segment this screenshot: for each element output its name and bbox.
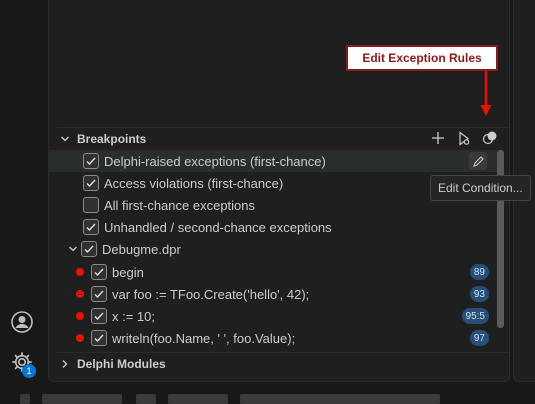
accounts-icon[interactable] <box>8 308 36 336</box>
file-row[interactable]: Debugme.dpr <box>49 238 497 260</box>
checkbox[interactable] <box>91 330 107 346</box>
breakpoint-icon <box>76 268 84 276</box>
breakpoint-row[interactable]: x := 10; 95:5 <box>49 305 497 327</box>
breakpoint-row[interactable]: var foo := TFoo.Create('hello', 42); 93 <box>49 283 497 305</box>
breakpoint-icon <box>76 312 84 320</box>
chevron-down-icon <box>57 131 73 147</box>
checkbox[interactable] <box>83 219 99 235</box>
checkbox[interactable] <box>91 308 107 324</box>
exception-label: Delphi-raised exceptions (first-chance) <box>104 153 326 169</box>
remove-all-breakpoints-icon[interactable] <box>505 128 509 148</box>
line-number-badge: 89 <box>469 264 489 280</box>
delphi-modules-section-header[interactable]: Delphi Modules <box>57 352 507 375</box>
exception-label: Access violations (first-chance) <box>104 175 284 191</box>
breakpoint-code: var foo := TFoo.Create('hello', 42); <box>112 286 310 302</box>
exception-label: Unhandled / second-chance exceptions <box>104 219 332 235</box>
checkbox[interactable] <box>83 197 99 213</box>
checkbox[interactable] <box>81 241 97 257</box>
status-item <box>136 394 156 404</box>
status-bar <box>0 386 535 404</box>
breakpoint-row[interactable]: writeln(foo.Name, ' ', foo.Value); 97 <box>49 327 497 349</box>
add-function-breakpoint-icon[interactable] <box>427 128 449 148</box>
edit-condition-tooltip: Edit Condition... <box>430 175 531 201</box>
conditional-breakpoint-icon <box>76 290 84 298</box>
breakpoint-row[interactable]: begin 89 <box>49 261 497 283</box>
chevron-down-icon[interactable] <box>65 244 81 254</box>
debug-step-icon[interactable] <box>453 128 475 148</box>
edit-condition-pencil-icon[interactable] <box>469 152 487 170</box>
checkbox[interactable] <box>83 153 99 169</box>
exception-label: All first-chance exceptions <box>104 197 256 213</box>
exception-row[interactable]: Delphi-raised exceptions (first-chance) <box>49 150 497 172</box>
file-name: Debugme.dpr <box>102 241 181 257</box>
breakpoint-code: writeln(foo.Name, ' ', foo.Value); <box>112 330 296 346</box>
breakpoints-toolbar <box>427 128 509 148</box>
status-item <box>168 394 228 404</box>
status-item <box>20 394 30 404</box>
breakpoint-code: x := 10; <box>112 308 155 324</box>
toggle-breakpoints-icon[interactable] <box>479 128 501 148</box>
breakpoint-code: begin <box>112 264 144 280</box>
breakpoint-icon <box>76 334 84 342</box>
status-item <box>240 394 440 404</box>
delphi-modules-title: Delphi Modules <box>77 357 166 371</box>
notification-badge: 1 <box>22 364 36 378</box>
checkbox[interactable] <box>91 264 107 280</box>
activity-bar: 1 <box>0 0 47 401</box>
checkbox[interactable] <box>91 286 107 302</box>
line-number-badge: 95:5 <box>461 308 489 324</box>
breakpoints-title: Breakpoints <box>77 132 147 146</box>
line-number-badge: 97 <box>469 330 489 346</box>
edit-exception-rules-callout: Edit Exception Rules <box>346 45 498 71</box>
line-number-badge: 93 <box>469 286 489 302</box>
checkbox[interactable] <box>83 175 99 191</box>
chevron-right-icon <box>57 356 73 372</box>
exception-row[interactable]: Unhandled / second-chance exceptions <box>49 216 497 238</box>
callout-arrow-icon <box>480 71 492 116</box>
status-item <box>42 394 122 404</box>
